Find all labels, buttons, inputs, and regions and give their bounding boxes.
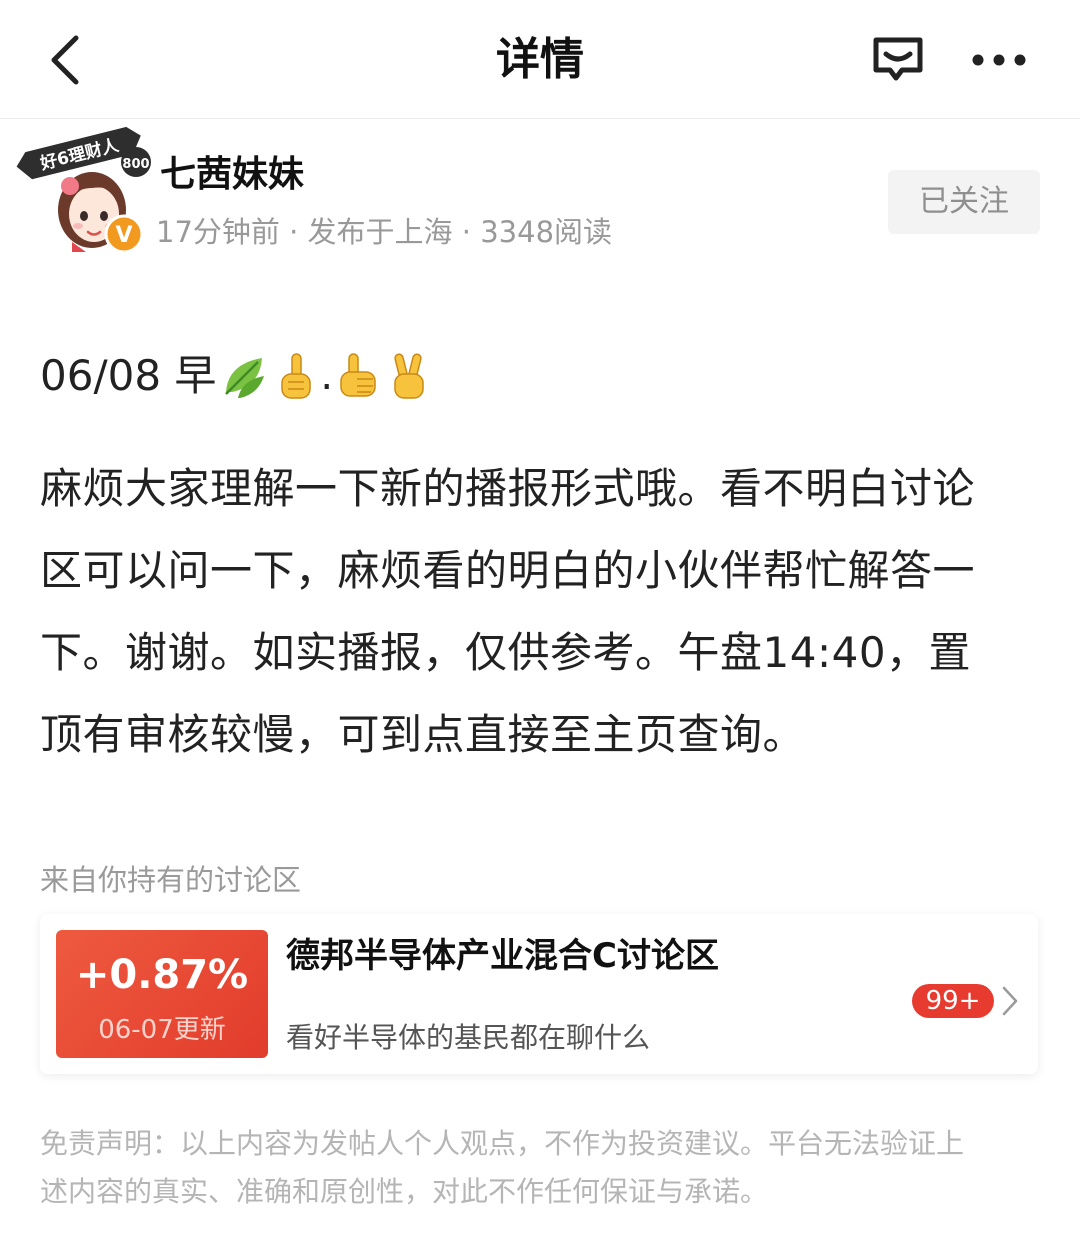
- comment-button[interactable]: [870, 34, 926, 86]
- post-meta: 17分钟前 · 发布于上海 · 3348阅读: [156, 215, 613, 249]
- post-body-line: 麻烦大家理解一下新的播报形式哦。看不明白讨论: [40, 464, 976, 513]
- more-dots-icon: [972, 54, 1026, 66]
- verified-mark: V: [115, 223, 132, 248]
- post-date-line: 06/08 早 .: [40, 346, 435, 406]
- discussion-card[interactable]: +0.87% 06-07更新 德邦半导体产业混合C讨论区 看好半导体的基民都在聊…: [40, 914, 1038, 1074]
- disclaimer-line: 述内容的真实、准确和原创性，对此不作任何保证与承诺。: [40, 1175, 769, 1208]
- post-date: 06/08 早: [40, 351, 217, 400]
- discussion-title: 德邦半导体产业混合C讨论区: [286, 936, 719, 976]
- fund-change-percent: +0.87%: [75, 952, 249, 998]
- disclaimer-line: 免责声明：以上内容为发帖人个人观点，不作为投资建议。平台无法验证上: [40, 1127, 965, 1160]
- discussion-subtitle: 看好半导体的基民都在聊什么: [286, 1021, 651, 1054]
- author-name[interactable]: 七茜妹妹: [160, 152, 304, 198]
- thumbs-up-emoji-icon: [340, 353, 376, 397]
- fund-change-badge: +0.87% 06-07更新: [56, 930, 268, 1058]
- post-body-line: 下。谢谢。如实播报，仅供参考。午盘14:40，置: [40, 628, 972, 677]
- victory-hand-emoji-icon: [394, 353, 424, 399]
- author-avatar[interactable]: 好6理财人 800 V: [14, 126, 154, 254]
- post-body: 麻烦大家理解一下新的播报形式哦。看不明白讨论 区可以问一下，麻烦看的明白的小伙伴…: [40, 448, 1044, 776]
- chevron-right-icon: [1002, 986, 1018, 1016]
- comment-icon: [873, 37, 923, 81]
- follow-button[interactable]: 已关注: [888, 170, 1040, 234]
- post-body-line: 顶有审核较慢，可到点直接至主页查询。: [40, 710, 806, 759]
- discussion-count-badge: 99+: [912, 984, 994, 1018]
- fund-update-date: 06-07更新: [98, 1015, 226, 1045]
- verified-badge-icon: V: [104, 214, 144, 254]
- top-nav-bar: 详情: [0, 0, 1080, 119]
- leaf-emoji-icon: [225, 358, 265, 398]
- avatar-badge-number: 800: [122, 157, 149, 172]
- discussion-section-label: 来自你持有的讨论区: [40, 863, 302, 897]
- disclaimer: 免责声明：以上内容为发帖人个人观点，不作为投资建议。平台无法验证上 述内容的真实…: [40, 1120, 1040, 1216]
- more-button[interactable]: [966, 38, 1032, 82]
- post-body-line: 区可以问一下，麻烦看的明白的小伙伴帮忙解答一: [40, 546, 976, 595]
- index-finger-up-emoji-icon: [281, 353, 312, 399]
